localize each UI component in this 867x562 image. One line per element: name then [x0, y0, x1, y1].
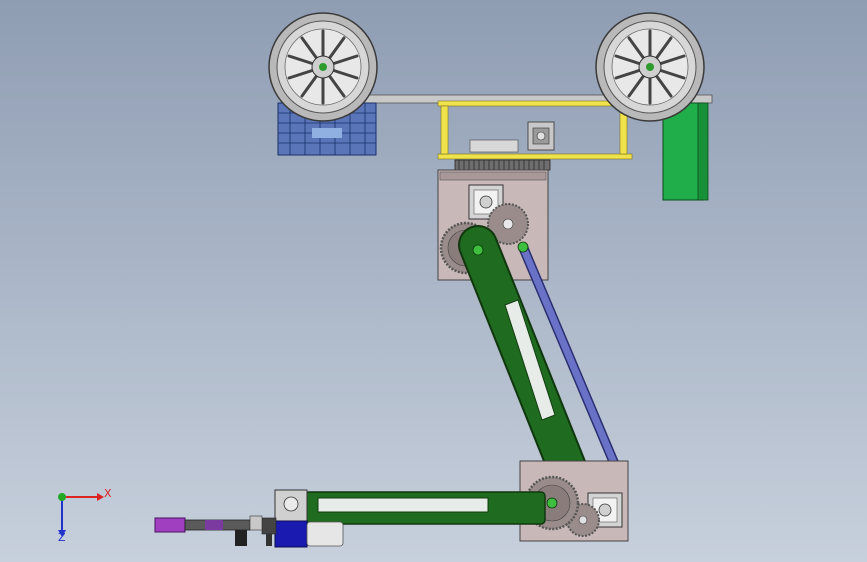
forearm[interactable] [304, 491, 558, 525]
axis-x-label: X [104, 487, 112, 500]
parallel-link-top-pin-icon [517, 241, 529, 253]
gripper[interactable] [154, 515, 263, 546]
right-wheel-hub-icon [646, 63, 654, 71]
robot-assembly-view[interactable]: X Z [0, 0, 867, 562]
left-wheel[interactable] [268, 12, 378, 122]
right-wheel[interactable] [595, 12, 705, 122]
turret-motor[interactable] [527, 121, 555, 151]
forearm-pivot-icon [546, 497, 558, 509]
triad-origin-icon [58, 493, 66, 501]
coordinate-triad: X Z [58, 487, 112, 544]
cad-viewport[interactable]: X Z [0, 0, 867, 562]
left-wheel-hub-icon [319, 63, 327, 71]
axis-z-label: Z [58, 531, 66, 544]
upper-arm-top-pivot-icon [472, 244, 484, 256]
wrist-blue-motor[interactable] [274, 520, 344, 548]
turret-bearing [469, 139, 519, 153]
forearm-slot [317, 497, 489, 513]
turret-gear-ring[interactable] [454, 159, 551, 171]
